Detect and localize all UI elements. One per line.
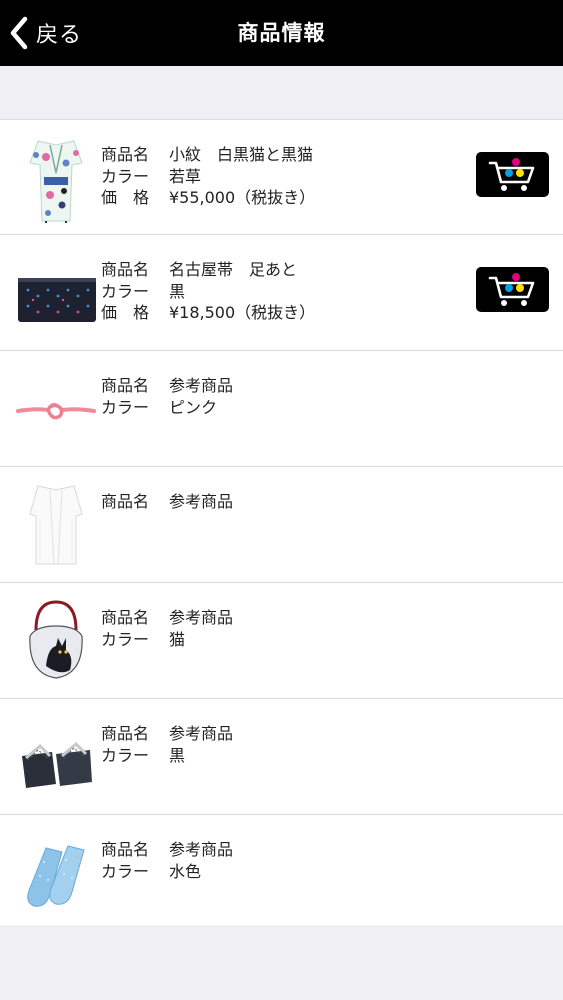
- product-info: 商品名 参考商品 カラー黒: [101, 723, 461, 766]
- page-title: 商品情報: [237, 21, 326, 45]
- product-info: 商品名 小紋 白黒猫と黒猫 カラー 若草 価 格 ¥55,000（税抜き）: [101, 144, 461, 209]
- cart-icon: [488, 273, 535, 306]
- add-to-cart-button[interactable]: [476, 152, 549, 197]
- geta-thumbnail: [16, 712, 96, 802]
- obijime-thumbnail: [16, 364, 96, 454]
- product-price: ¥55,000（税抜き）: [169, 188, 316, 207]
- product-name: 参考商品: [169, 492, 234, 511]
- kimono-thumbnail: [16, 133, 96, 223]
- product-name-label: 商品名: [101, 145, 150, 164]
- product-price: ¥18,500（税抜き）: [169, 303, 316, 322]
- product-info: 商品名 参考商品: [101, 491, 461, 513]
- product-name: 小紋 白黒猫と黒猫: [169, 145, 314, 164]
- product-name: 参考商品: [169, 840, 234, 859]
- product-color: 水色: [169, 861, 202, 881]
- product-name: 参考商品: [169, 376, 234, 395]
- product-name-label: 商品名: [101, 376, 150, 395]
- product-color-label: カラー: [101, 397, 150, 417]
- product-name-label: 商品名: [101, 840, 150, 859]
- product-row: 商品名 参考商品 カラー猫: [0, 583, 563, 699]
- product-color-label: カラー: [101, 166, 150, 186]
- product-color: 若草: [169, 166, 202, 186]
- product-row: 商品名 名古屋帯 足あと カラー黒 価 格 ¥18,500（税抜き）: [0, 235, 563, 351]
- product-color-label: カラー: [101, 629, 150, 649]
- product-color-label: カラー: [101, 861, 150, 881]
- product-color: 黒: [169, 745, 186, 765]
- product-price-label: 価 格: [101, 303, 150, 322]
- product-info: 商品名 参考商品 カラー猫: [101, 607, 461, 650]
- product-color: 猫: [169, 629, 186, 649]
- product-color-label: カラー: [101, 281, 150, 301]
- product-row: 商品名 参考商品 カラー ピンク: [0, 351, 563, 467]
- product-name-label: 商品名: [101, 724, 150, 743]
- haori-thumbnail: [16, 480, 96, 570]
- product-color: ピンク: [169, 397, 218, 417]
- product-name-label: 商品名: [101, 608, 150, 627]
- tabi-thumbnail: [16, 828, 96, 918]
- product-price-label: 価 格: [101, 188, 150, 207]
- product-info: 商品名 参考商品 カラー 水色: [101, 839, 461, 882]
- nav-bar: 戻る 商品情報: [0, 0, 563, 66]
- app-root: 戻る 商品情報 商品名 小紋 白黒猫と黒猫 カラー 若草 価 格 ¥55,000…: [0, 0, 563, 1000]
- list-footer-space: [0, 925, 563, 1000]
- product-name: 名古屋帯 足あと: [169, 260, 298, 279]
- product-row: 商品名 参考商品 カラー 水色: [0, 815, 563, 931]
- product-list: 商品名 小紋 白黒猫と黒猫 カラー 若草 価 格 ¥55,000（税抜き） 商品…: [0, 119, 563, 931]
- product-name: 参考商品: [169, 608, 234, 627]
- cat-bag-thumbnail: [16, 596, 96, 686]
- product-info: 商品名 参考商品 カラー ピンク: [101, 375, 461, 418]
- product-info: 商品名 名古屋帯 足あと カラー黒 価 格 ¥18,500（税抜き）: [101, 259, 461, 324]
- cart-icon: [488, 158, 535, 191]
- product-name: 参考商品: [169, 724, 234, 743]
- product-color-label: カラー: [101, 745, 150, 765]
- product-row: 商品名 小紋 白黒猫と黒猫 カラー 若草 価 格 ¥55,000（税抜き）: [0, 119, 563, 235]
- product-row: 商品名 参考商品 カラー黒: [0, 699, 563, 815]
- product-name-label: 商品名: [101, 260, 150, 279]
- product-color: 黒: [169, 281, 186, 301]
- product-name-label: 商品名: [101, 492, 150, 511]
- add-to-cart-button[interactable]: [476, 267, 549, 312]
- obi-thumbnail: [16, 248, 96, 338]
- product-row: 商品名 参考商品: [0, 467, 563, 583]
